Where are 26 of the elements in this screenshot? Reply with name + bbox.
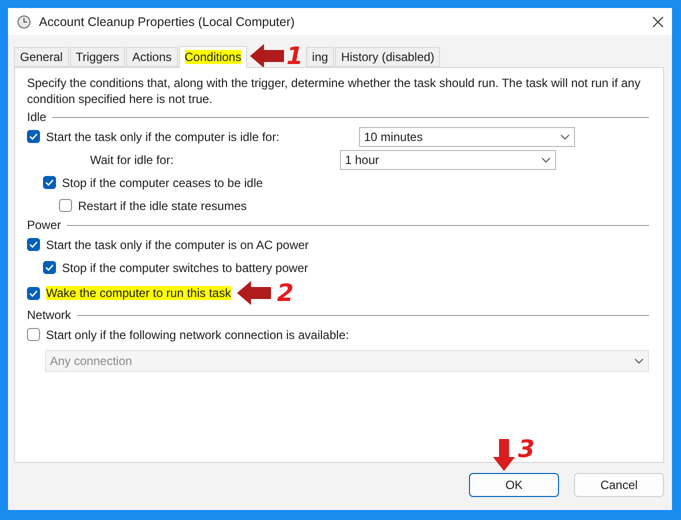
option-label: Stop if the computer ceases to be idle (62, 176, 263, 190)
section-heading: Idle (27, 110, 46, 124)
dialog-button[interactable]: OK (469, 473, 559, 497)
option-label: Restart if the idle state resumes (78, 198, 247, 212)
tab[interactable]: Conditions (178, 46, 248, 68)
dialog-button[interactable]: Cancel (574, 473, 664, 497)
tab[interactable]: General (14, 47, 69, 67)
step-number: 1 (286, 42, 304, 70)
option-label: Start only if the following network connection is available: (46, 328, 349, 342)
option-label: Start the task only if the computer is idle for: (46, 130, 280, 144)
step-number: 3 (518, 435, 535, 463)
tab[interactable]: ing (306, 47, 334, 67)
window-title: Account Cleanup Properties (Local Computer) (39, 14, 296, 28)
section-heading: Network (27, 308, 72, 322)
description-text: Specify the conditions that, along with the trigger, determine whether the task should run. The task will not run if any condition specified here is not true. (27, 75, 642, 107)
dropdown[interactable]: 1 hour (340, 150, 556, 170)
option-label: Stop if the computer switches to battery power (62, 260, 308, 274)
tab[interactable]: History (disabled) (335, 47, 440, 67)
dropdown[interactable]: 10 minutes (359, 126, 575, 146)
tab[interactable]: Triggers (70, 47, 126, 67)
section-heading: Power (27, 218, 62, 232)
step-number: 2 (276, 279, 294, 307)
option-label: Wake the computer to run this task (46, 286, 231, 300)
option-label: Start the task only if the computer is on AC power (46, 238, 309, 252)
option-label: Wait for idle for: (90, 152, 174, 166)
tab[interactable]: Actions (126, 47, 178, 67)
